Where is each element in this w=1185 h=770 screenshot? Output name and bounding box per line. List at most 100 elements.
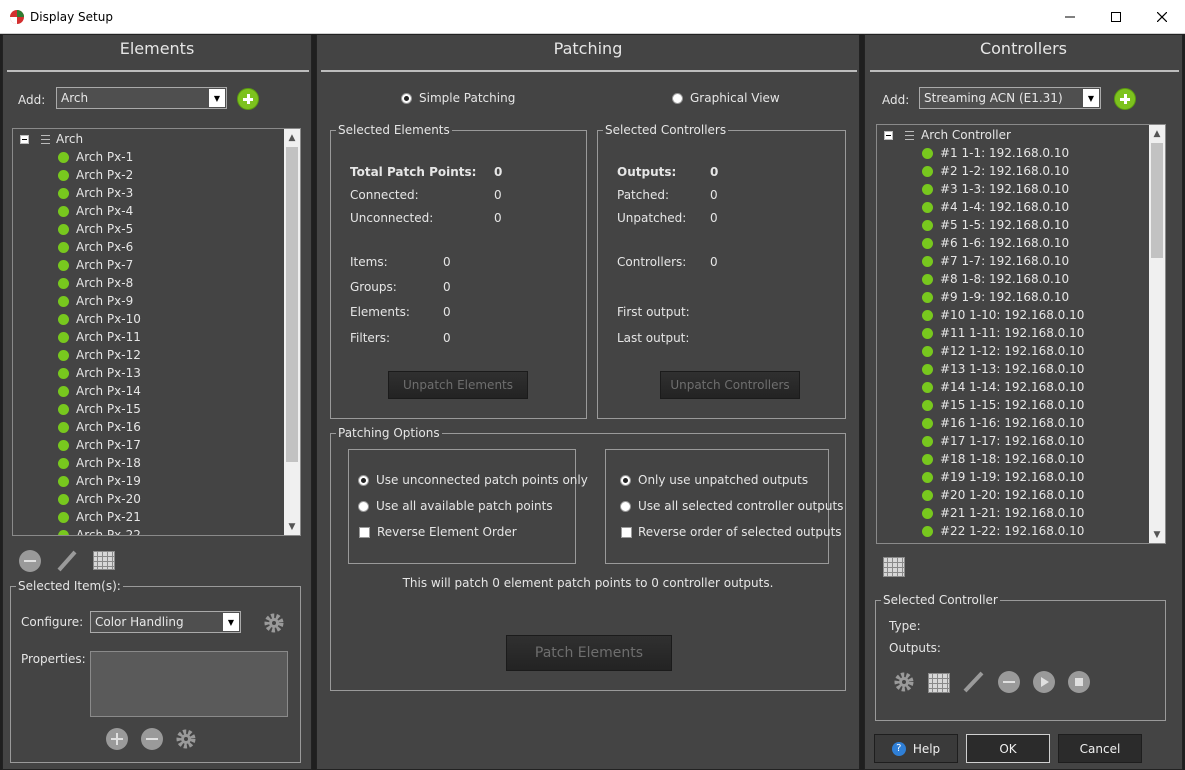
use-all-selected-radio[interactable] — [620, 501, 631, 512]
tree-item[interactable]: Arch Px-22 — [13, 526, 300, 535]
table-grid-icon[interactable] — [93, 551, 115, 570]
tree-item[interactable]: #3 1-3: 192.168.0.10 — [877, 180, 1165, 198]
tree-item[interactable]: Arch Px-21 — [13, 508, 300, 526]
minimize-button[interactable] — [1047, 0, 1093, 34]
configure-select[interactable]: Color Handling ▼ — [90, 611, 241, 633]
reverse-outputs-checkbox[interactable] — [621, 527, 632, 538]
tree-item[interactable]: #14 1-14: 192.168.0.10 — [877, 378, 1165, 396]
tree-item[interactable]: #2 1-2: 192.168.0.10 — [877, 162, 1165, 180]
scroll-up-icon[interactable]: ▲ — [1149, 125, 1165, 142]
property-gear-icon[interactable] — [174, 727, 198, 751]
tree-item[interactable]: #5 1-5: 192.168.0.10 — [877, 216, 1165, 234]
remove-property-icon[interactable] — [141, 728, 163, 750]
maximize-button[interactable] — [1093, 0, 1139, 34]
tree-item[interactable]: Arch Px-9 — [13, 292, 300, 310]
tree-item[interactable]: Arch Px-5 — [13, 220, 300, 238]
stop-icon[interactable] — [1068, 671, 1090, 693]
tree-root-arch[interactable]: Arch — [13, 130, 300, 148]
tree-item[interactable]: #20 1-20: 192.168.0.10 — [877, 486, 1165, 504]
tree-item[interactable]: Arch Px-7 — [13, 256, 300, 274]
tree-item[interactable]: #17 1-17: 192.168.0.10 — [877, 432, 1165, 450]
tree-item[interactable]: Arch Px-11 — [13, 328, 300, 346]
tree-root-arch-controller[interactable]: Arch Controller — [877, 126, 1165, 144]
controllers-scrollbar[interactable]: ▲ ▼ — [1149, 125, 1165, 543]
collapse-icon[interactable] — [20, 135, 29, 144]
tree-item[interactable]: #8 1-8: 192.168.0.10 — [877, 270, 1165, 288]
properties-box[interactable] — [90, 651, 288, 717]
tree-item[interactable]: Arch Px-12 — [13, 346, 300, 364]
tree-item[interactable]: #11 1-11: 192.168.0.10 — [877, 324, 1165, 342]
tree-item[interactable]: Arch Px-19 — [13, 472, 300, 490]
remove-element-icon[interactable] — [19, 550, 41, 572]
tree-item[interactable]: #22 1-22: 192.168.0.10 — [877, 522, 1165, 540]
scroll-down-icon[interactable]: ▼ — [284, 518, 300, 535]
tree-item[interactable]: Arch Px-17 — [13, 436, 300, 454]
help-button[interactable]: ? Help — [874, 734, 958, 763]
tree-item[interactable]: Arch Px-4 — [13, 202, 300, 220]
edit-pencil-icon[interactable] — [56, 549, 78, 573]
remove-controller-icon[interactable] — [998, 671, 1020, 693]
tree-item[interactable]: Arch Px-20 — [13, 490, 300, 508]
tree-item-label: Arch Px-12 — [76, 348, 141, 362]
controller-table-icon[interactable] — [928, 673, 950, 693]
graphical-view-radio[interactable] — [672, 93, 683, 104]
tree-item[interactable]: Arch Px-6 — [13, 238, 300, 256]
controller-type-select[interactable]: Streaming ACN (E1.31) ▼ — [919, 87, 1101, 109]
tree-item[interactable]: #6 1-6: 192.168.0.10 — [877, 234, 1165, 252]
tree-item[interactable]: Arch Px-8 — [13, 274, 300, 292]
tree-item[interactable]: #9 1-9: 192.168.0.10 — [877, 288, 1165, 306]
use-all-available-radio[interactable] — [358, 501, 369, 512]
scroll-up-icon[interactable]: ▲ — [284, 129, 300, 146]
collapse-icon[interactable] — [884, 131, 893, 140]
controller-gear-icon[interactable] — [892, 670, 916, 694]
tree-item[interactable]: #12 1-12: 192.168.0.10 — [877, 342, 1165, 360]
selected-controller-caption: Selected Controller — [881, 593, 1000, 607]
tree-item[interactable]: #7 1-7: 192.168.0.10 — [877, 252, 1165, 270]
status-dot-icon — [58, 224, 69, 235]
elements-scrollbar[interactable]: ▲ ▼ — [284, 129, 300, 535]
tree-item-label: Arch Px-7 — [76, 258, 134, 272]
tree-item[interactable]: Arch Px-14 — [13, 382, 300, 400]
only-unpatched-radio[interactable] — [620, 475, 631, 486]
tree-item[interactable]: #16 1-16: 192.168.0.10 — [877, 414, 1165, 432]
items-value: 0 — [443, 255, 451, 269]
tree-item[interactable]: #19 1-19: 192.168.0.10 — [877, 468, 1165, 486]
scroll-thumb[interactable] — [286, 147, 298, 462]
controllers-tree[interactable]: Arch Controller #1 1-1: 192.168.0.10 #2 1… — [876, 124, 1166, 544]
add-controller-button[interactable] — [1114, 88, 1136, 110]
scroll-down-icon[interactable]: ▼ — [1149, 526, 1165, 543]
add-element-button[interactable] — [237, 88, 259, 110]
close-button[interactable] — [1139, 0, 1185, 34]
element-type-select[interactable]: Arch ▼ — [56, 87, 227, 109]
tree-item[interactable]: #1 1-1: 192.168.0.10 — [877, 144, 1165, 162]
tree-item[interactable]: Arch Px-18 — [13, 454, 300, 472]
simple-patching-radio[interactable] — [401, 93, 412, 104]
tree-item[interactable]: #10 1-10: 192.168.0.10 — [877, 306, 1165, 324]
play-icon[interactable] — [1033, 671, 1055, 693]
scroll-thumb[interactable] — [1151, 143, 1163, 258]
tree-item[interactable]: Arch Px-2 — [13, 166, 300, 184]
tree-item[interactable]: Arch Px-3 — [13, 184, 300, 202]
tree-item[interactable]: #21 1-21: 192.168.0.10 — [877, 504, 1165, 522]
cancel-button[interactable]: Cancel — [1058, 734, 1142, 763]
add-property-icon[interactable] — [106, 728, 128, 750]
table-grid-icon[interactable] — [883, 557, 905, 577]
tree-item[interactable]: #4 1-4: 192.168.0.10 — [877, 198, 1165, 216]
tree-item[interactable]: #13 1-13: 192.168.0.10 — [877, 360, 1165, 378]
tree-item[interactable]: Arch Px-13 — [13, 364, 300, 382]
tree-item[interactable]: Arch Px-1 — [13, 148, 300, 166]
ok-button[interactable]: OK — [966, 734, 1050, 763]
tree-item[interactable]: Arch Px-15 — [13, 400, 300, 418]
unpatch-controllers-button[interactable]: Unpatch Controllers — [660, 371, 800, 399]
edit-pencil-icon[interactable] — [962, 670, 986, 694]
configure-gear-icon[interactable] — [262, 611, 286, 635]
elements-tree[interactable]: Arch Arch Px-1 Arch Px-2 Arch Px-3 Arch Px-… — [12, 128, 301, 536]
tree-item[interactable]: #18 1-18: 192.168.0.10 — [877, 450, 1165, 468]
reverse-element-order-checkbox[interactable] — [359, 527, 370, 538]
unpatch-elements-button[interactable]: Unpatch Elements — [388, 371, 528, 399]
patch-elements-button[interactable]: Patch Elements — [506, 635, 672, 671]
tree-item[interactable]: Arch Px-16 — [13, 418, 300, 436]
tree-item[interactable]: Arch Px-10 — [13, 310, 300, 328]
tree-item[interactable]: #15 1-15: 192.168.0.10 — [877, 396, 1165, 414]
use-unconnected-radio[interactable] — [358, 475, 369, 486]
